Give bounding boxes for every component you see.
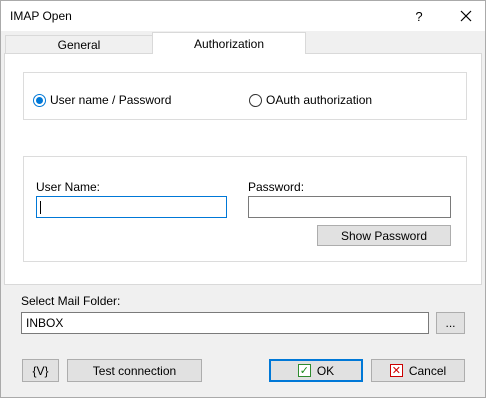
browse-folder-button[interactable]: ...	[436, 312, 465, 334]
imap-open-dialog: IMAP Open ? General Authorization User n…	[0, 0, 486, 398]
dialog-title: IMAP Open	[10, 9, 72, 23]
authorization-panel: User name / Password OAuth authorization…	[4, 53, 482, 285]
show-password-button[interactable]: Show Password	[317, 225, 451, 246]
ok-label: OK	[316, 363, 335, 378]
mail-folder-field[interactable]: INBOX	[21, 312, 429, 334]
radio-username-password-label: User name / Password	[50, 93, 172, 107]
x-icon: ✕	[389, 364, 403, 377]
password-label: Password:	[248, 180, 305, 194]
mail-folder-label: Select Mail Folder:	[21, 294, 121, 308]
auth-mode-group: User name / Password OAuth authorization	[23, 72, 467, 120]
radio-oauth-label: OAuth authorization	[266, 93, 373, 107]
cancel-label: Cancel	[408, 363, 447, 378]
tab-general[interactable]: General	[5, 35, 153, 54]
test-connection-button[interactable]: Test connection	[67, 359, 202, 382]
close-icon	[460, 10, 472, 22]
cancel-button[interactable]: ✕ Cancel	[371, 359, 465, 382]
password-field[interactable]	[248, 196, 451, 218]
tab-authorization[interactable]: Authorization	[152, 32, 306, 54]
credentials-group: User Name: Password: Show Password	[23, 156, 467, 262]
radio-username-password[interactable]: User name / Password	[33, 93, 171, 107]
variables-button[interactable]: {V}	[22, 359, 59, 382]
close-button[interactable]	[447, 1, 485, 31]
text-caret	[40, 201, 41, 214]
title-bar: IMAP Open ?	[1, 1, 485, 31]
radio-checked-icon	[33, 93, 46, 107]
radio-oauth[interactable]: OAuth authorization	[249, 93, 372, 107]
username-label: User Name:	[36, 180, 101, 194]
ok-button[interactable]: ✓ OK	[269, 359, 363, 382]
help-icon: ?	[415, 8, 423, 24]
radio-unchecked-icon	[249, 93, 262, 107]
checkmark-icon: ✓	[297, 364, 311, 377]
help-button[interactable]: ?	[405, 1, 433, 31]
mail-folder-value: INBOX	[26, 316, 64, 330]
username-field[interactable]	[36, 196, 227, 218]
